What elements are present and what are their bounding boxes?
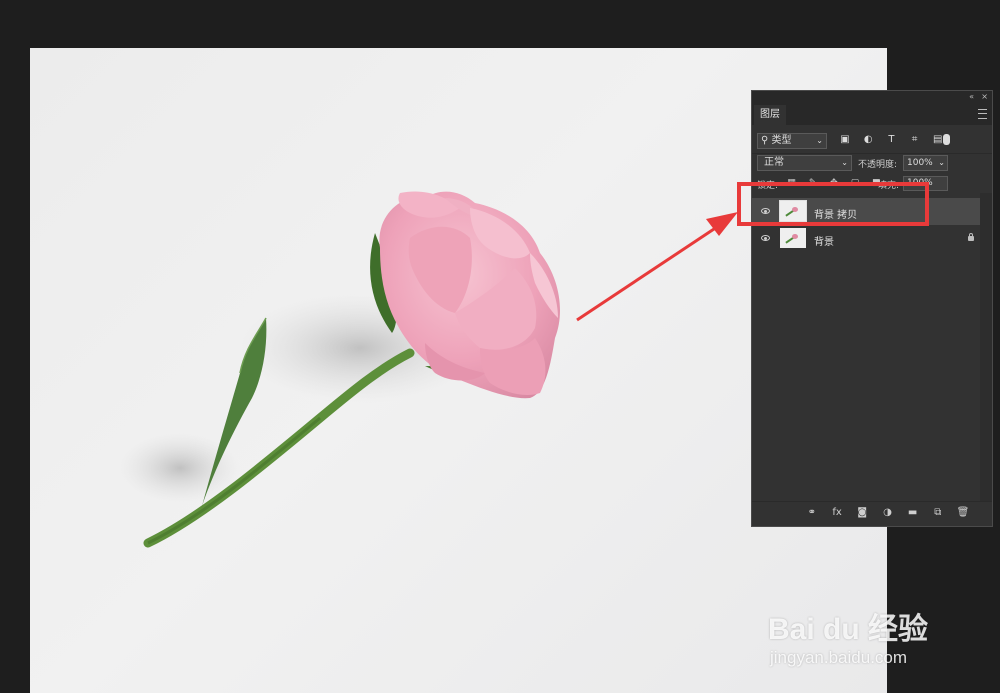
link-icon[interactable]: ⚭: [805, 506, 819, 520]
panel-menu-icon[interactable]: [978, 109, 987, 119]
image-filter-icon[interactable]: ▣: [838, 133, 852, 147]
chevron-down-icon: ⌄: [938, 158, 945, 167]
watermark-logo: Bai du 经验: [768, 613, 929, 646]
chevron-down-icon: ⌄: [816, 136, 823, 145]
layer-name[interactable]: 背景: [814, 233, 834, 248]
filter-icons: ▣ ◐ T ⌗ ▤: [838, 133, 951, 147]
adjustment-icon[interactable]: ◑: [880, 506, 894, 520]
close-panel-icon[interactable]: ×: [981, 91, 988, 103]
watermark-url: jingyan.baidu.com: [770, 648, 908, 667]
new-layer-icon[interactable]: ⧉: [931, 506, 945, 520]
opacity-label: 不透明度:: [858, 160, 898, 170]
search-icon: ⚲: [761, 135, 769, 146]
fx-icon[interactable]: fx: [830, 506, 844, 520]
bottom-icons: ⚭ fx ◙ ◑ ▬ ⧉ 🗑: [797, 506, 970, 520]
scrollbar[interactable]: [980, 193, 992, 502]
opacity-value: 100%: [907, 158, 933, 168]
annotation-highlight-box: [737, 182, 929, 226]
filter-kind-select[interactable]: ⚲ 类型 ⌄: [757, 133, 827, 149]
filter-row: ⚲ 类型 ⌄ ▣ ◐ T ⌗ ▤: [752, 131, 992, 153]
tab-layers[interactable]: 图层: [754, 105, 786, 125]
visibility-eye-icon[interactable]: [761, 235, 770, 241]
opacity-field[interactable]: 100% ⌄: [903, 155, 948, 171]
panel-tabs: 图层: [752, 103, 992, 125]
collapse-panel-icon[interactable]: «: [969, 91, 974, 103]
group-icon[interactable]: ▬: [906, 506, 920, 520]
blend-mode-value: 正常: [764, 157, 784, 168]
panel-title-bar: « ×: [752, 91, 992, 103]
chevron-down-icon: ⌄: [841, 158, 848, 167]
blend-row: 正常 ⌄ 不透明度: 100% ⌄: [752, 153, 992, 175]
panel-bottom-bar: ⚭ fx ◙ ◑ ▬ ⧉ 🗑: [752, 501, 992, 526]
shape-filter-icon[interactable]: ⌗: [908, 133, 922, 147]
lock-icon: [968, 233, 974, 241]
blend-mode-select[interactable]: 正常 ⌄: [757, 155, 852, 171]
adjustment-filter-icon[interactable]: ◐: [861, 133, 875, 147]
delete-icon[interactable]: 🗑: [956, 506, 970, 520]
layers-panel: « × 图层 ⚲ 类型 ⌄ ▣ ◐ T ⌗ ▤ 正常 ⌄ 不透明度: 100% …: [751, 90, 993, 527]
mask-icon[interactable]: ◙: [855, 506, 869, 520]
filter-toggle-icon[interactable]: [943, 134, 950, 145]
thumbnail-rose: [792, 234, 798, 239]
type-filter-icon[interactable]: T: [884, 133, 898, 147]
layer-thumbnail: [780, 228, 806, 248]
filter-kind-label: 类型: [771, 135, 792, 146]
layer-row-background[interactable]: 背景: [752, 225, 980, 252]
